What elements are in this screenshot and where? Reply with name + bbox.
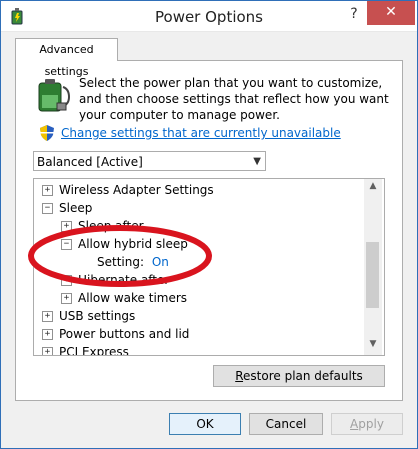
help-button[interactable]: ? bbox=[341, 3, 367, 27]
collapse-icon[interactable]: − bbox=[42, 203, 53, 214]
uac-shield-icon bbox=[40, 125, 54, 141]
apply-button-label: pply bbox=[358, 417, 384, 431]
expand-icon[interactable]: + bbox=[42, 329, 53, 340]
tree-item-label: Sleep bbox=[59, 201, 93, 215]
apply-button[interactable]: Apply bbox=[331, 413, 403, 435]
description-text: Select the power plan that you want to c… bbox=[79, 76, 389, 122]
tree-item-label: PCI Express bbox=[59, 345, 129, 356]
change-settings-link[interactable]: Change settings that are currently unava… bbox=[61, 126, 341, 140]
restore-button-label: estore plan defaults bbox=[243, 369, 363, 383]
expand-icon[interactable]: + bbox=[61, 293, 72, 304]
restore-plan-defaults-button[interactable]: Restore plan defaults bbox=[213, 365, 385, 387]
tree-item-label: Power buttons and lid bbox=[59, 327, 190, 341]
power-plan-select-value: Balanced [Active] bbox=[37, 155, 143, 169]
cancel-button[interactable]: Cancel bbox=[249, 413, 323, 435]
scroll-up-icon[interactable]: ▲ bbox=[364, 181, 382, 195]
close-button[interactable]: ✕ bbox=[367, 1, 415, 25]
highlight-ellipse-annotation bbox=[28, 225, 212, 287]
ok-button[interactable]: OK bbox=[169, 413, 241, 435]
title-bar[interactable]: Power Options ? ✕ bbox=[1, 1, 417, 32]
chevron-down-icon: ▼ bbox=[253, 156, 261, 167]
power-options-window: Power Options ? ✕ Advanced settings Sele… bbox=[0, 0, 418, 449]
restore-button-mnemonic: R bbox=[235, 369, 244, 383]
scrollbar-thumb[interactable] bbox=[366, 242, 379, 308]
tree-item-label: USB settings bbox=[59, 309, 136, 323]
expand-icon[interactable]: + bbox=[42, 311, 53, 322]
tree-item-label: Wireless Adapter Settings bbox=[59, 183, 214, 197]
expand-icon[interactable]: + bbox=[42, 185, 53, 196]
tree-scrollbar[interactable]: ▲ ▼ bbox=[364, 179, 382, 355]
expand-icon[interactable]: + bbox=[42, 347, 53, 355]
scroll-down-icon[interactable]: ▼ bbox=[364, 339, 382, 353]
tab-advanced-settings[interactable]: Advanced settings bbox=[15, 38, 118, 78]
power-plan-select[interactable]: Balanced [Active] ▼ bbox=[33, 151, 266, 171]
tree-item-label: Allow wake timers bbox=[78, 291, 188, 305]
